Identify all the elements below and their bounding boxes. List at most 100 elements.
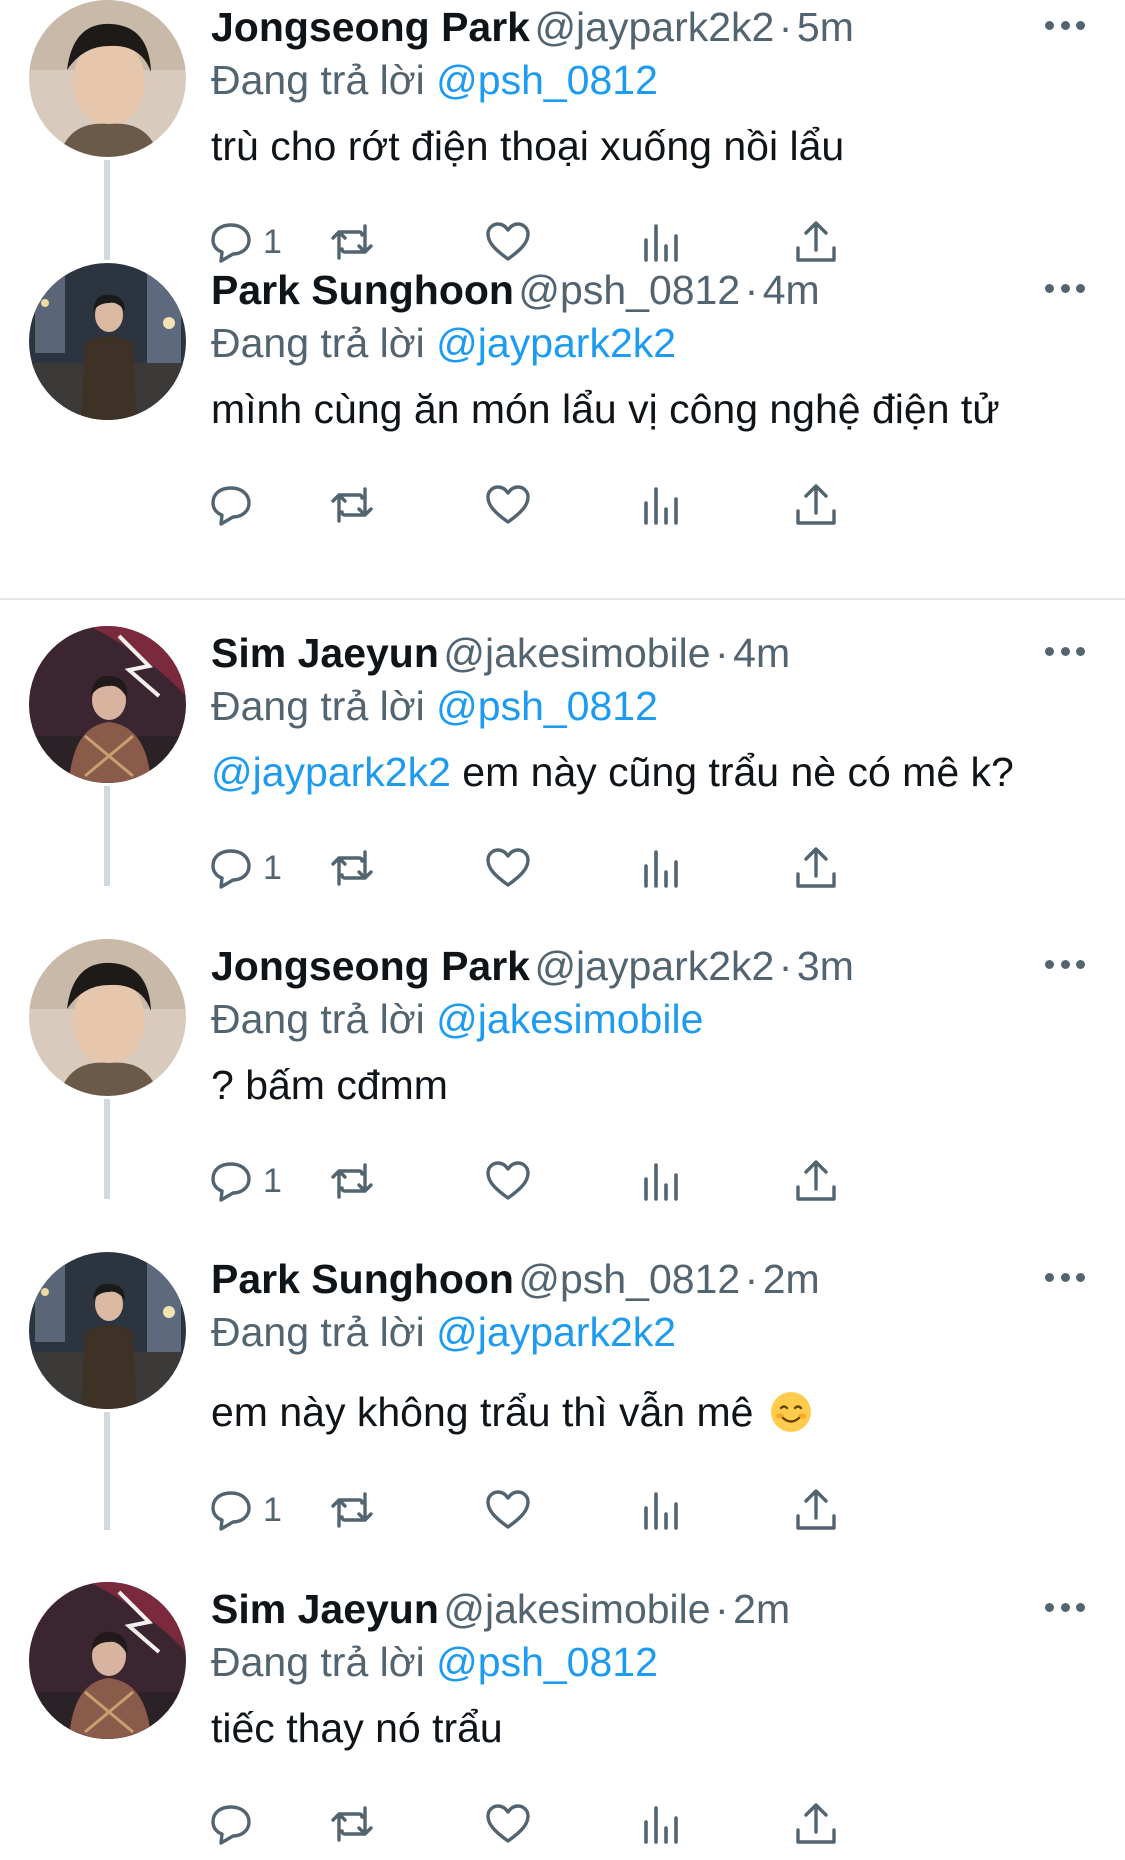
more-icon[interactable] — [1045, 273, 1085, 303]
tweet-text: tiếc thay nó trẩu — [211, 1702, 1125, 1754]
reply-button[interactable]: 1 — [207, 1480, 282, 1540]
replying-to-mention[interactable]: @jaypark2k2 — [436, 1309, 676, 1355]
like-button[interactable] — [484, 475, 532, 535]
replying-to: Đang trả lời @psh_0812 — [211, 54, 1125, 106]
replying-to: Đang trả lời @jaypark2k2 — [211, 317, 1125, 369]
reply-icon — [211, 849, 251, 889]
share-button[interactable] — [792, 475, 840, 535]
display-name[interactable]: Sim Jaeyun — [211, 630, 439, 676]
avatar[interactable] — [29, 0, 186, 157]
user-handle[interactable]: @jakesimobile — [443, 1586, 710, 1632]
retweet-button[interactable] — [328, 1794, 376, 1854]
share-button[interactable] — [792, 838, 840, 898]
like-button[interactable] — [484, 1151, 532, 1211]
user-handle[interactable]: @psh_0812 — [518, 267, 740, 313]
tweet-mention[interactable]: @jaypark2k2 — [211, 749, 451, 795]
tweet[interactable]: Park Sunghoon @psh_0812 · 4m Đang trả lờ… — [0, 263, 1125, 575]
display-name[interactable]: Jongseong Park — [211, 943, 530, 989]
more-icon[interactable] — [1045, 10, 1085, 40]
share-icon — [796, 1160, 836, 1201]
replying-to: Đang trả lời @psh_0812 — [211, 1636, 1125, 1688]
timestamp[interactable]: 5m — [797, 4, 854, 50]
more-icon[interactable] — [1045, 636, 1085, 666]
replying-to-mention[interactable]: @psh_0812 — [436, 57, 658, 103]
avatar-sunghoon-image — [29, 1252, 186, 1409]
user-handle[interactable]: @jakesimobile — [443, 630, 710, 676]
timestamp[interactable]: 2m — [733, 1586, 790, 1632]
display-name[interactable]: Jongseong Park — [211, 4, 530, 50]
tweet[interactable]: Sim Jaeyun @jakesimobile · 4m Đang trả l… — [0, 626, 1125, 938]
tweet[interactable]: Jongseong Park @jaypark2k2 · 3m Đang trả… — [0, 939, 1125, 1251]
more-icon[interactable] — [1045, 949, 1085, 979]
timestamp[interactable]: 4m — [763, 267, 820, 313]
analytics-icon — [644, 487, 678, 525]
reply-button[interactable]: 1 — [207, 1151, 282, 1211]
share-icon — [796, 484, 836, 525]
separator-dot: · — [715, 630, 729, 676]
like-button[interactable] — [484, 1794, 532, 1854]
retweet-button[interactable] — [328, 838, 376, 898]
tweet[interactable]: Park Sunghoon @psh_0812 · 2m Đang trả lờ… — [0, 1252, 1125, 1564]
retweet-icon — [331, 487, 373, 523]
reply-button[interactable] — [207, 475, 263, 535]
replying-to-mention[interactable]: @jakesimobile — [436, 996, 703, 1042]
retweet-button[interactable] — [328, 1151, 376, 1211]
share-button[interactable] — [792, 1794, 840, 1854]
avatar[interactable] — [29, 263, 186, 420]
user-handle[interactable]: @psh_0812 — [518, 1256, 740, 1302]
retweet-button[interactable] — [328, 1480, 376, 1540]
more-icon[interactable] — [1045, 1262, 1085, 1292]
analytics-icon — [644, 1492, 678, 1530]
reply-count: 1 — [263, 1161, 282, 1200]
separator-dot: · — [778, 943, 793, 989]
reply-icon — [211, 1162, 251, 1202]
tweet-body: ? bấm cđmm — [211, 1062, 448, 1108]
replying-to-mention[interactable]: @jaypark2k2 — [436, 320, 676, 366]
thread-line — [104, 786, 110, 886]
heart-icon — [486, 1490, 530, 1529]
timestamp[interactable]: 3m — [797, 943, 854, 989]
tweet-text: mình cùng ăn món lẩu vị công nghệ điện t… — [211, 383, 1125, 435]
smiling-face-emoji — [770, 1392, 811, 1432]
analytics-button[interactable] — [638, 1151, 686, 1211]
avatar-jongseong-image — [29, 0, 186, 157]
analytics-button[interactable] — [638, 838, 686, 898]
replying-to-label: Đang trả lời — [211, 996, 425, 1042]
share-button[interactable] — [792, 1151, 840, 1211]
replying-to-mention[interactable]: @psh_0812 — [436, 1639, 658, 1685]
like-button[interactable] — [484, 838, 532, 898]
avatar[interactable] — [29, 939, 186, 1096]
user-handle[interactable]: @jaypark2k2 — [534, 943, 774, 989]
share-button[interactable] — [792, 1480, 840, 1540]
more-icon[interactable] — [1045, 1592, 1085, 1622]
replying-to-mention[interactable]: @psh_0812 — [436, 683, 658, 729]
thread-line — [104, 1412, 110, 1530]
user-handle[interactable]: @jaypark2k2 — [534, 4, 774, 50]
analytics-icon — [644, 1806, 678, 1844]
tweet[interactable]: Sim Jaeyun @jakesimobile · 2m Đang trả l… — [0, 1582, 1125, 1860]
reply-button[interactable]: 1 — [207, 838, 282, 898]
display-name[interactable]: Park Sunghoon — [211, 267, 514, 313]
avatar-jaeyun-image — [29, 1582, 186, 1739]
replying-to: Đang trả lời @psh_0812 — [211, 680, 1125, 732]
analytics-button[interactable] — [638, 1480, 686, 1540]
display-name[interactable]: Park Sunghoon — [211, 1256, 514, 1302]
separator-dot: · — [744, 267, 759, 313]
analytics-icon — [644, 224, 678, 262]
retweet-icon — [331, 1163, 373, 1199]
thread-line — [104, 160, 110, 260]
like-button[interactable] — [484, 1480, 532, 1540]
timestamp[interactable]: 4m — [733, 630, 790, 676]
avatar[interactable] — [29, 1582, 186, 1739]
share-icon — [796, 1803, 836, 1844]
retweet-button[interactable] — [328, 475, 376, 535]
replying-to-label: Đang trả lời — [211, 57, 425, 103]
tweet-text: ? bấm cđmm — [211, 1059, 1125, 1111]
reply-button[interactable] — [207, 1794, 263, 1854]
analytics-button[interactable] — [638, 475, 686, 535]
avatar[interactable] — [29, 626, 186, 783]
display-name[interactable]: Sim Jaeyun — [211, 1586, 439, 1632]
analytics-button[interactable] — [638, 1794, 686, 1854]
avatar[interactable] — [29, 1252, 186, 1409]
timestamp[interactable]: 2m — [763, 1256, 820, 1302]
